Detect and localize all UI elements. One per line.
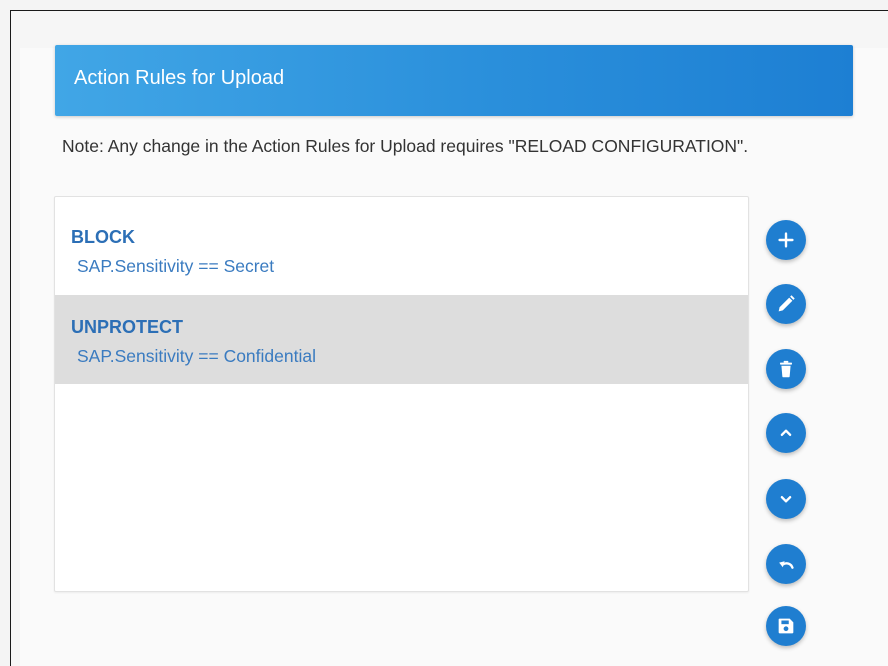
edit-rule-button[interactable] [766,284,806,324]
undo-icon [779,561,794,569]
move-up-button[interactable] [766,413,806,453]
chevron-down-icon [780,495,792,503]
rule-condition: SAP.Sensitivity == Confidential [77,346,316,366]
rule-item-selected[interactable]: UNPROTECT SAP.Sensitivity == Confidentia… [55,295,748,384]
save-icon [778,618,794,634]
rule-action: BLOCK [71,227,135,247]
delete-rule-button[interactable] [766,349,806,389]
rule-item[interactable]: BLOCK SAP.Sensitivity == Secret [55,205,748,294]
plus-icon [778,232,794,248]
section-title: Action Rules for Upload [74,67,285,89]
rules-list[interactable]: BLOCK SAP.Sensitivity == Secret UNPROTEC… [54,196,749,592]
rule-condition: SAP.Sensitivity == Secret [77,256,275,276]
save-button[interactable] [766,606,806,646]
trash-icon [780,360,792,378]
move-down-button[interactable] [766,479,806,519]
undo-button[interactable] [766,544,806,584]
section-header: Action Rules for Upload [55,45,853,116]
chevron-up-icon [780,429,792,437]
reload-note: Note: Any change in the Action Rules for… [62,136,749,156]
rule-action: UNPROTECT [71,317,183,337]
pencil-icon [778,295,795,312]
add-rule-button[interactable] [766,220,806,260]
